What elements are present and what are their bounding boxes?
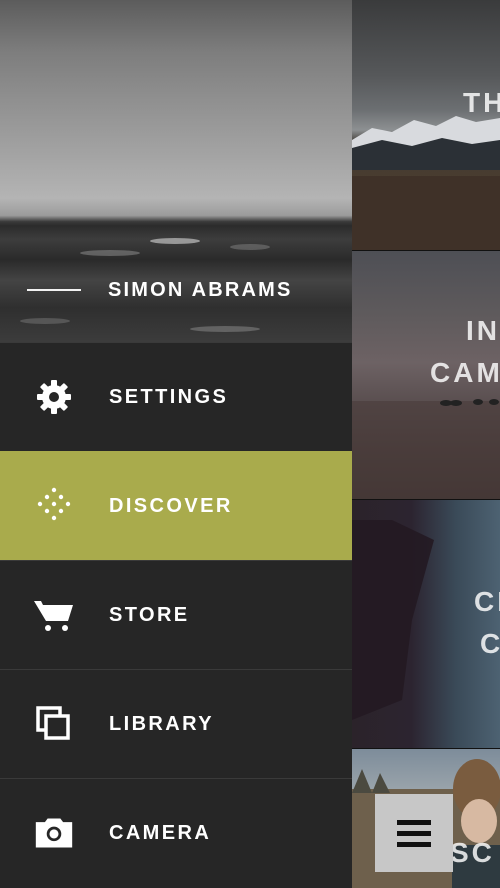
menu-item-store[interactable]: STORE <box>0 560 352 669</box>
discover-feed[interactable]: TH IN CAM CI C <box>352 0 500 888</box>
card-title: IN <box>466 315 500 346</box>
cart-icon <box>34 595 74 635</box>
menu-item-camera[interactable]: CAMERA <box>0 778 352 887</box>
menu-item-label: STORE <box>109 603 190 626</box>
card-title: SC <box>450 837 495 868</box>
wave-foam <box>80 250 140 256</box>
profile-name: SIMON ABRAMS <box>108 279 293 301</box>
profile-line-decoration <box>27 289 81 291</box>
card-title: C <box>480 628 500 659</box>
feed-card[interactable]: IN CAM <box>352 251 500 499</box>
wave-foam <box>190 326 260 332</box>
menu-item-label: CAMERA <box>109 821 212 844</box>
dark-photo <box>352 520 434 720</box>
app-screen: TH IN CAM CI C <box>0 0 500 888</box>
hamburger-icon <box>397 841 431 847</box>
menu-item-settings[interactable]: SETTINGS <box>0 342 352 451</box>
card-title: CAM <box>430 357 500 388</box>
hamburger-icon <box>397 819 431 825</box>
menu-item-library[interactable]: LIBRARY <box>0 669 352 778</box>
feed-card[interactable]: TH <box>352 0 500 250</box>
camera-icon <box>34 813 74 853</box>
menu-item-label: DISCOVER <box>109 494 233 517</box>
menu-toggle-button[interactable] <box>375 794 453 872</box>
wave-foam <box>150 238 200 244</box>
wave-foam <box>230 244 270 250</box>
dots-icon <box>34 486 74 526</box>
drawer-menu: SETTINGS DISCOVER STORE LIBRARY CAMERA <box>0 342 352 887</box>
menu-item-label: LIBRARY <box>109 712 214 735</box>
navigation-drawer: SIMON ABRAMS SETTINGS DISCOVER STORE LIB… <box>0 0 352 888</box>
library-icon <box>34 704 74 744</box>
gear-icon <box>34 377 74 417</box>
mountain-photo <box>352 116 500 250</box>
card-title: TH <box>463 87 500 118</box>
menu-item-discover[interactable]: DISCOVER <box>0 451 352 560</box>
wave-foam <box>20 318 70 324</box>
menu-item-label: SETTINGS <box>109 385 229 408</box>
hamburger-icon <box>397 830 431 836</box>
profile-header[interactable]: SIMON ABRAMS <box>0 0 352 342</box>
card-title: CI <box>474 586 500 617</box>
feed-card[interactable]: CI C <box>352 500 500 748</box>
